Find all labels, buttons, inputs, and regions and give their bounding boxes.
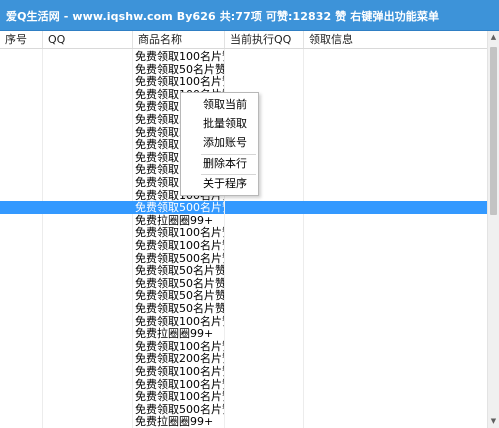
column-header-current-qq[interactable]: 当前执行QQ <box>225 31 304 48</box>
menu-item-add-account[interactable]: 添加账号 <box>181 135 258 151</box>
table-header: 序号 QQ 商品名称 当前执行QQ 领取信息 <box>0 31 487 49</box>
menu-separator <box>201 154 256 155</box>
table-row[interactable]: 免费领取50名片赞 <box>0 289 487 302</box>
scroll-thumb[interactable] <box>490 47 497 215</box>
menu-item-claim-current[interactable]: 领取当前 <box>181 97 258 113</box>
table-row[interactable]: 免费领取500名片赞 <box>0 201 487 214</box>
product-name-cell: 免费领取100名片赞 <box>135 50 225 63</box>
product-name-cell: 免费领取500名片赞 <box>135 201 225 214</box>
vertical-scrollbar[interactable]: ▲ ▼ <box>487 31 499 428</box>
window-title: 爱Q生活网 - www.iqshw.com By626 共:77项 可赞:128… <box>6 10 440 23</box>
product-name-cell: 免费领取100名片赞 <box>135 226 225 239</box>
menu-item-batch-claim[interactable]: 批量领取 <box>181 116 258 132</box>
column-header-claim-info[interactable]: 领取信息 <box>304 31 487 48</box>
product-name-cell: 免费领取50名片赞 <box>135 289 225 302</box>
product-name-cell: 免费领取100名片赞 <box>135 390 225 403</box>
title-bar: 爱Q生活网 - www.iqshw.com By626 共:77项 可赞:128… <box>0 0 499 31</box>
table-row[interactable]: 免费拉圈圈99+ <box>0 327 487 340</box>
scroll-down-icon[interactable]: ▼ <box>488 415 499 428</box>
table-row[interactable]: 免费领取100名片赞 <box>0 365 487 378</box>
table-row[interactable]: 免费领取100名片赞 <box>0 390 487 403</box>
column-header-index[interactable]: 序号 <box>0 31 43 48</box>
context-menu: 领取当前 批量领取 添加账号 删除本行 关于程序 <box>180 92 259 196</box>
product-name-cell: 免费领取200名片赞 <box>135 352 225 365</box>
table-row[interactable]: 免费领取100名片赞 <box>0 50 487 63</box>
table-row[interactable]: 免费领取100名片赞 <box>0 75 487 88</box>
table-row[interactable]: 免费领取100名片赞 <box>0 226 487 239</box>
product-name-cell: 免费领取50名片赞 <box>135 302 225 315</box>
scroll-up-icon[interactable]: ▲ <box>488 31 499 44</box>
product-name-cell: 免费领取100名片赞 <box>135 239 225 252</box>
product-name-cell: 免费拉圈圈99+ <box>133 415 225 428</box>
menu-item-delete-row[interactable]: 删除本行 <box>181 156 258 172</box>
product-name-cell: 免费领取100名片赞 <box>135 365 225 378</box>
table-row[interactable]: 免费领取100名片赞 <box>0 239 487 252</box>
table-row[interactable]: 免费领取50名片赞 <box>0 264 487 277</box>
menu-item-about[interactable]: 关于程序 <box>181 176 258 192</box>
product-name-cell: 免费拉圈圈99+ <box>133 327 225 340</box>
table-row[interactable]: 免费领取50名片赞 <box>0 302 487 315</box>
column-header-qq[interactable]: QQ <box>43 31 133 48</box>
product-name-cell: 免费领取50名片赞 <box>135 264 225 277</box>
column-header-product[interactable]: 商品名称 <box>133 31 225 48</box>
table-row[interactable]: 免费拉圈圈99+ <box>0 415 487 428</box>
product-name-cell: 免费领取100名片赞 <box>135 75 225 88</box>
table-row[interactable]: 免费领取200名片赞 <box>0 352 487 365</box>
menu-separator <box>201 174 256 175</box>
